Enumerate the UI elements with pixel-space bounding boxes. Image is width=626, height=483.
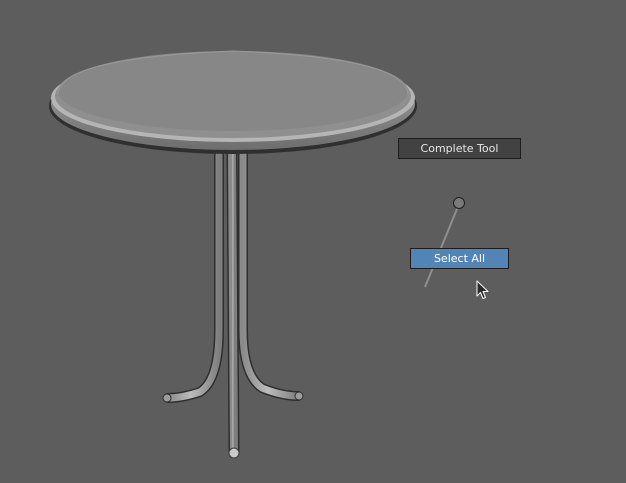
3d-viewport[interactable]: Complete Tool Select All (0, 0, 626, 483)
table-legs (162, 144, 304, 459)
scene-render (49, 50, 417, 459)
select-all-menu-item[interactable]: Select All (410, 248, 509, 269)
complete-tool-menu-item[interactable]: Complete Tool (398, 138, 521, 159)
arrow-cursor-icon (476, 280, 489, 299)
table-model[interactable] (49, 50, 417, 459)
table-top (49, 50, 417, 154)
